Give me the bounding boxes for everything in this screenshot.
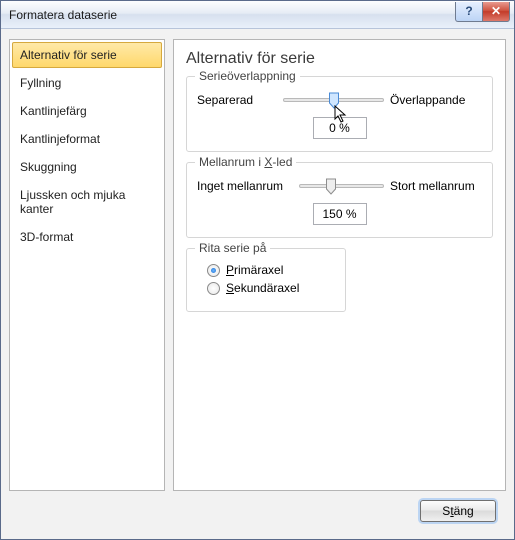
radio-secondary-axis[interactable]: Sekundäraxel — [207, 281, 335, 295]
sidebar-item-label: Kantlinjeformat — [20, 132, 100, 146]
sidebar-item-label: Kantlinjefärg — [20, 104, 87, 118]
sidebar-item-shadow[interactable]: Skuggning — [12, 154, 162, 180]
radio-primary-axis[interactable]: Primäraxel — [207, 263, 335, 277]
titlebar-buttons: ? ✕ — [455, 2, 510, 22]
sidebar-item-label: 3D-format — [20, 230, 73, 244]
sidebar-item-fill[interactable]: Fyllning — [12, 70, 162, 96]
content-heading: Alternativ för serie — [186, 50, 493, 68]
slider-row-gap: Inget mellanrum Stort mellanrum — [197, 179, 482, 193]
sidebar-item-border-style[interactable]: Kantlinjeformat — [12, 126, 162, 152]
slider-right-label: Överlappande — [390, 93, 482, 107]
titlebar[interactable]: Formatera dataserie ? ✕ — [1, 1, 514, 29]
close-button[interactable]: ✕ — [482, 2, 510, 22]
slider-right-label: Stort mellanrum — [390, 179, 482, 193]
sidebar-item-label: Skuggning — [20, 160, 77, 174]
group-plot-on: Rita serie på Primäraxel Sekundäraxel — [186, 248, 346, 312]
slider-thumb-icon[interactable] — [328, 92, 339, 110]
gap-value-input[interactable] — [313, 203, 367, 225]
sidebar-item-label: Fyllning — [20, 76, 61, 90]
slider-row-overlap: Separerad Överlappande — [197, 93, 482, 107]
content-panel: Alternativ för serie Serieöverlappning S… — [173, 39, 506, 491]
sidebar-item-glow[interactable]: Ljussken och mjuka kanter — [12, 182, 162, 222]
columns: Alternativ för serie Fyllning Kantlinjef… — [9, 39, 506, 491]
sidebar-item-series-options[interactable]: Alternativ för serie — [12, 42, 162, 68]
overlap-slider[interactable] — [283, 98, 384, 102]
help-button[interactable]: ? — [455, 2, 483, 22]
slider-thumb-icon[interactable] — [325, 178, 336, 196]
sidebar-item-border-color[interactable]: Kantlinjefärg — [12, 98, 162, 124]
group-legend: Serieöverlappning — [195, 69, 300, 83]
radio-icon — [207, 282, 220, 295]
group-legend: Rita serie på — [195, 241, 270, 255]
slider-left-label: Inget mellanrum — [197, 179, 293, 193]
radio-icon — [207, 264, 220, 277]
overlap-value-input[interactable] — [313, 117, 367, 139]
radio-label: Sekundäraxel — [226, 281, 299, 295]
sidebar-item-3d-format[interactable]: 3D-format — [12, 224, 162, 250]
sidebar-item-label: Ljussken och mjuka kanter — [20, 188, 125, 216]
dialog-body: Alternativ för serie Fyllning Kantlinjef… — [1, 29, 514, 539]
sidebar: Alternativ för serie Fyllning Kantlinjef… — [9, 39, 165, 491]
slider-left-label: Separerad — [197, 93, 277, 107]
group-legend: Mellanrum i X-led — [195, 155, 296, 169]
sidebar-item-label: Alternativ för serie — [20, 48, 117, 62]
close-dialog-button[interactable]: Stäng — [420, 500, 496, 522]
window-title: Formatera dataserie — [9, 8, 455, 22]
dialog-footer: Stäng — [9, 491, 506, 531]
gap-slider[interactable] — [299, 184, 384, 188]
dialog-window: Formatera dataserie ? ✕ Alternativ för s… — [0, 0, 515, 540]
radio-label: Primäraxel — [226, 263, 283, 277]
group-overlap: Serieöverlappning Separerad Överlappande — [186, 76, 493, 152]
group-gap: Mellanrum i X-led Inget mellanrum Stort … — [186, 162, 493, 238]
